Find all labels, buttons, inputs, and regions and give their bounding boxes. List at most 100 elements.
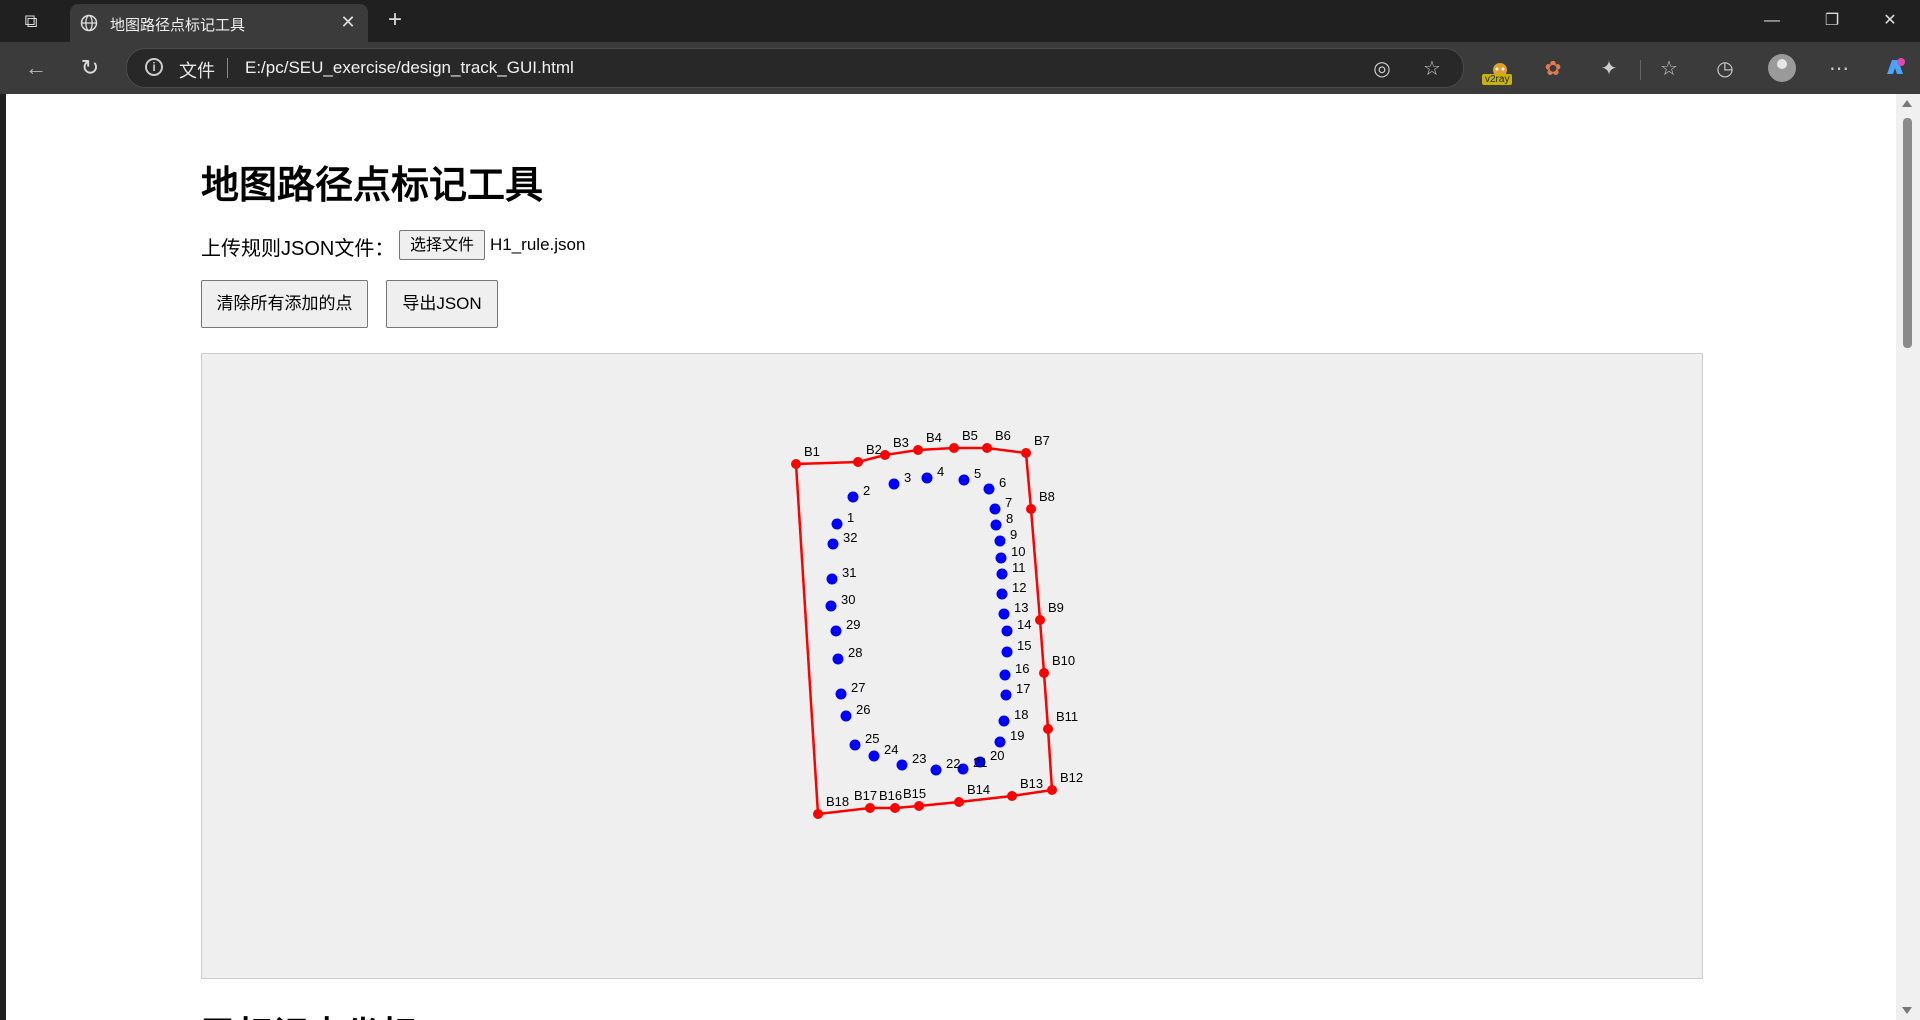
waypoint[interactable] xyxy=(1001,646,1013,658)
waypoint-label: 20 xyxy=(990,748,1004,763)
refresh-icon[interactable]: ↻ xyxy=(74,52,106,84)
upload-label: 上传规则JSON文件： xyxy=(201,238,395,260)
boundary-point[interactable] xyxy=(949,443,959,453)
scroll-down-icon[interactable] xyxy=(1902,1007,1912,1014)
boundary-point-label: B12 xyxy=(1060,770,1083,785)
boundary-point-label: B11 xyxy=(1056,709,1078,724)
copilot-icon[interactable] xyxy=(1880,54,1910,84)
waypoint[interactable] xyxy=(998,608,1010,620)
waypoint-label: 28 xyxy=(848,645,862,660)
waypoint[interactable] xyxy=(921,472,933,484)
waypoint[interactable] xyxy=(1000,689,1012,701)
waypoint[interactable] xyxy=(998,715,1010,727)
boundary-point[interactable] xyxy=(1035,615,1045,625)
waypoint-label: 1 xyxy=(847,510,854,525)
boundary-point[interactable] xyxy=(880,450,890,460)
waypoint-label: 17 xyxy=(1016,681,1030,696)
boundary-point[interactable] xyxy=(1026,504,1036,514)
waypoint[interactable] xyxy=(994,535,1006,547)
export-json-button[interactable]: 导出JSON xyxy=(386,280,498,328)
boundary-point[interactable] xyxy=(865,803,875,813)
boundary-point-label: B18 xyxy=(826,794,849,809)
waypoint[interactable] xyxy=(983,483,995,495)
waypoint[interactable] xyxy=(830,625,842,637)
boundary-point[interactable] xyxy=(982,443,992,453)
waypoint[interactable] xyxy=(990,519,1002,531)
scrollbar-thumb[interactable] xyxy=(1903,118,1912,348)
waypoint[interactable] xyxy=(868,750,880,762)
waypoint-label: 18 xyxy=(1014,707,1028,722)
waypoint[interactable] xyxy=(849,739,861,751)
waypoint-label: 6 xyxy=(999,475,1006,490)
favorites-icon[interactable]: ☆ xyxy=(1654,54,1684,84)
page-title: 地图路径点标记工具 xyxy=(201,163,544,207)
page-scrollbar[interactable] xyxy=(1896,94,1920,1020)
cookie-extension-icon[interactable]: ✿ xyxy=(1538,54,1568,84)
read-aloud-icon[interactable]: ◎ xyxy=(1369,56,1395,82)
boundary-point[interactable] xyxy=(813,809,823,819)
waypoint[interactable] xyxy=(996,568,1008,580)
waypoint[interactable] xyxy=(826,573,838,585)
waypoint[interactable] xyxy=(835,688,847,700)
browser-tab[interactable]: 地图路径点标记工具 ✕ xyxy=(70,4,368,42)
close-tab-icon[interactable]: ✕ xyxy=(336,10,360,34)
map-canvas[interactable]: B1 B2 B3 B4 B5 B6 B7 B8 B9 B10 B11 B12 B13 B14 B15 B16 B… xyxy=(201,353,1703,979)
url-text[interactable]: E:/pc/SEU_exercise/design_track_GUI.html xyxy=(245,58,574,78)
waypoint[interactable] xyxy=(958,474,970,486)
boundary-point-label: B8 xyxy=(1039,489,1055,504)
boundary-point[interactable] xyxy=(1021,448,1031,458)
boundary-point[interactable] xyxy=(913,445,923,455)
waypoint[interactable] xyxy=(840,710,852,722)
browser-toolbar: ← ↻ i 文件 E:/pc/SEU_exercise/design_track… xyxy=(0,42,1920,94)
waypoint[interactable] xyxy=(930,764,942,776)
minimize-icon[interactable]: — xyxy=(1750,6,1794,36)
address-bar[interactable]: i 文件 E:/pc/SEU_exercise/design_track_GUI… xyxy=(126,48,1464,88)
choose-file-button[interactable]: 选择文件 xyxy=(399,230,485,260)
waypoint[interactable] xyxy=(825,600,837,612)
close-window-icon[interactable]: ✕ xyxy=(1868,6,1912,36)
waypoint-label: 19 xyxy=(1010,728,1024,743)
waypoint[interactable] xyxy=(831,518,843,530)
clear-points-button[interactable]: 清除所有添加的点 xyxy=(201,280,368,328)
profile-avatar[interactable] xyxy=(1768,54,1796,82)
boundary-point[interactable] xyxy=(1039,668,1049,678)
waypoint[interactable] xyxy=(896,759,908,771)
waypoint-label: 25 xyxy=(865,731,879,746)
boundary-point-label: B2 xyxy=(866,442,882,457)
boundary-point-label: B7 xyxy=(1034,433,1050,448)
waypoint[interactable] xyxy=(989,503,1001,515)
waypoint[interactable] xyxy=(996,588,1008,600)
extensions-puzzle-icon[interactable]: ✦ xyxy=(1594,54,1624,84)
waypoint[interactable] xyxy=(888,478,900,490)
waypoint[interactable] xyxy=(827,538,839,550)
new-tab-button[interactable]: + xyxy=(382,8,408,34)
boundary-point[interactable] xyxy=(791,459,801,469)
address-separator xyxy=(227,58,228,78)
boundary-point[interactable] xyxy=(890,803,900,813)
favorite-star-icon[interactable]: ☆ xyxy=(1419,56,1445,82)
boundary-point[interactable] xyxy=(1007,791,1017,801)
workspaces-icon[interactable]: ⧉ xyxy=(18,9,44,33)
boundary-point[interactable] xyxy=(954,797,964,807)
waypoint[interactable] xyxy=(1001,625,1013,637)
info-icon[interactable]: i xyxy=(145,58,163,76)
v2ray-extension-icon[interactable]: v2ray xyxy=(1482,60,1518,88)
back-arrow-icon[interactable]: ← xyxy=(20,52,52,84)
boundary-point[interactable] xyxy=(1047,785,1057,795)
waypoint[interactable] xyxy=(995,552,1007,564)
history-icon[interactable]: ◷ xyxy=(1710,54,1740,84)
boundary-point-label: B1 xyxy=(804,444,820,459)
protocol-label: 文件 xyxy=(179,61,215,81)
globe-icon xyxy=(80,14,98,32)
waypoint[interactable] xyxy=(847,491,859,503)
scroll-up-icon[interactable] xyxy=(1902,100,1912,107)
boundary-point[interactable] xyxy=(853,457,863,467)
waypoint[interactable] xyxy=(832,653,844,665)
more-menu-icon[interactable]: ⋯ xyxy=(1824,54,1854,84)
boundary-point-label: B9 xyxy=(1048,600,1064,615)
restore-icon[interactable]: ❐ xyxy=(1810,6,1854,36)
waypoint[interactable] xyxy=(999,669,1011,681)
waypoint[interactable] xyxy=(994,736,1006,748)
boundary-point[interactable] xyxy=(914,801,924,811)
boundary-point[interactable] xyxy=(1043,724,1053,734)
